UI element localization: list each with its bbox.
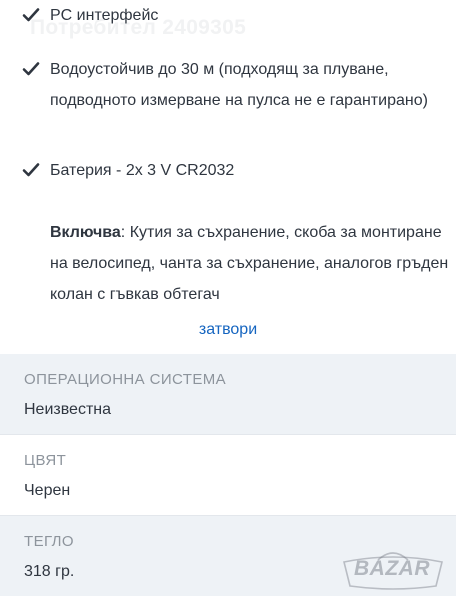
spec-value: Неизвестна [24,401,112,418]
watermark: Потребител 2409305 [30,16,247,39]
spec-value: 318 гр. [24,563,75,580]
spec-label: ОПЕРАЦИОННА СИСТЕМА [24,371,227,388]
bazar-logo: BAZAR [338,548,450,592]
includes-paragraph: Включва: Кутия за съхранение, скоба за м… [50,217,450,310]
check-icon [22,161,40,179]
spec-label: ЦВЯТ [24,452,67,469]
feature-text: Батерия - 2x 3 V CR2032 [50,162,235,179]
spec-label: ТЕГЛО [24,533,74,550]
spec-row-color: ЦВЯТ Черен [0,435,456,515]
feature-item: Батерия - 2x 3 V CR2032 [22,155,440,186]
product-description-page: PC интерфейс Потребител 2409305 Водоусто… [0,0,456,600]
feature-text: Водоустойчив до 30 м (подходящ за плуван… [50,61,428,109]
spec-value: Черен [24,482,71,499]
close-link[interactable]: затвори [0,321,456,339]
check-icon [22,60,40,78]
logo-text: BAZAR [354,557,430,580]
feature-item: Водоустойчив до 30 м (подходящ за плуван… [22,54,440,116]
includes-label: Включва [50,224,121,241]
spec-row-os: ОПЕРАЦИОННА СИСТЕМА Неизвестна [0,354,456,434]
